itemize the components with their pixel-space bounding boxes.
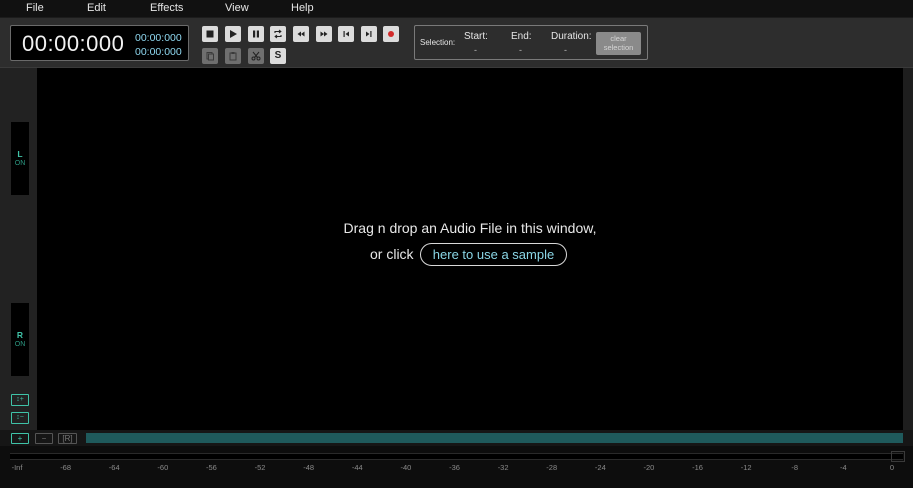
toolbar: 00:00:000 00:00:000 00:00:000 S Selectio…: [0, 18, 913, 68]
menu-view[interactable]: View: [225, 2, 249, 14]
skip-to-start-icon: [343, 31, 349, 37]
selection-start-value: -: [474, 45, 477, 55]
meter-tick-label: -52: [254, 463, 266, 472]
channel-left-toggle[interactable]: L ON: [11, 122, 29, 195]
selection-end-label: End:: [511, 31, 532, 42]
current-time: 00:00:000: [22, 31, 125, 56]
meter-tick-label: -68: [60, 463, 72, 472]
time-start: 00:00:000: [135, 32, 182, 44]
selection-panel: Selection: Start: - End: - Duration: - c…: [414, 25, 648, 60]
selection-duration-value: -: [564, 45, 567, 55]
meter-tick-label: -20: [643, 463, 655, 472]
or-click-text: or click: [370, 246, 414, 262]
channel-strip: L ON R ON ↕+ ↕−: [0, 68, 37, 430]
zoom-bar: + − [R]: [0, 430, 913, 446]
stop-button[interactable]: [202, 26, 218, 42]
meter-tick-label: -8: [791, 463, 799, 472]
menu-bar: File Edit Effects View Help: [0, 0, 913, 18]
right-strip: [903, 68, 913, 430]
meter-tick-label: -64: [108, 463, 120, 472]
channel-left-state: ON: [14, 160, 26, 167]
meter-end-cap: [891, 451, 905, 462]
meter-tick-label: -12: [740, 463, 752, 472]
drop-message: Drag n drop an Audio File in this window…: [343, 220, 597, 236]
meter-tick-label: -36: [449, 463, 460, 472]
use-sample-button[interactable]: here to use a sample: [420, 243, 567, 266]
menu-file[interactable]: File: [26, 2, 44, 14]
meter-tick-label: -44: [351, 463, 363, 472]
rewind-button[interactable]: [293, 26, 309, 42]
skip-to-end-icon: [366, 31, 372, 37]
channel-right-state: ON: [14, 341, 26, 348]
menu-edit[interactable]: Edit: [87, 2, 106, 14]
cut-button[interactable]: [248, 48, 264, 64]
waveform-drop-area[interactable]: Drag n drop an Audio File in this window…: [37, 68, 903, 430]
meter-tick-label: -60: [157, 463, 169, 472]
channel-right-toggle[interactable]: R ON: [11, 303, 29, 376]
copy-icon: [206, 52, 214, 61]
menu-help[interactable]: Help: [291, 2, 314, 14]
paste-icon: [229, 52, 237, 61]
level-meter: -Inf -68 -64 -60 -56 -52 -48 -44 -40 -36 -32 -28 -24…: [0, 446, 913, 488]
time-end: 00:00:000: [135, 46, 182, 58]
vertical-zoom-in-button[interactable]: ↕+: [11, 394, 29, 406]
rewind-icon: [297, 31, 305, 37]
selection-start-label: Start:: [464, 31, 488, 42]
copy-button[interactable]: [202, 48, 218, 64]
silence-icon: S: [274, 50, 282, 61]
loop-icon: [274, 29, 282, 39]
silence-button[interactable]: S: [270, 48, 286, 64]
skip-to-end-button[interactable]: [361, 26, 377, 42]
selection-label: Selection:: [420, 38, 456, 47]
stop-icon: [206, 30, 214, 38]
selection-end-value: -: [519, 45, 522, 55]
meter-tick-label: -40: [400, 463, 412, 472]
channel-left-name: L: [17, 149, 23, 159]
record-icon: [388, 31, 394, 37]
fast-forward-icon: [320, 31, 328, 37]
zoom-out-button[interactable]: −: [35, 433, 53, 444]
play-button[interactable]: [225, 26, 241, 42]
fast-forward-button[interactable]: [316, 26, 332, 42]
audio-editor-window: File Edit Effects View Help 00:00:000 00…: [0, 0, 913, 488]
meter-tick-label: -32: [497, 463, 509, 472]
play-icon: [230, 30, 237, 38]
zoom-reset-button[interactable]: [R]: [58, 433, 77, 444]
meter-tick-label: -24: [594, 463, 606, 472]
meter-tick-label: -16: [692, 463, 703, 472]
zoom-in-button[interactable]: +: [11, 433, 29, 444]
meter-tick-label: 0: [889, 463, 895, 472]
meter-tick-label: -4: [840, 463, 847, 472]
cut-icon: [251, 51, 261, 61]
pause-icon: [253, 30, 259, 38]
overview-scrollbar[interactable]: [86, 433, 903, 443]
record-button[interactable]: [383, 26, 399, 42]
meter-track: [10, 453, 903, 460]
time-display: 00:00:000 00:00:000 00:00:000: [10, 25, 189, 61]
menu-effects[interactable]: Effects: [150, 2, 183, 14]
meter-tick-label: -Inf: [11, 463, 23, 472]
channel-right-name: R: [16, 330, 24, 340]
pause-button[interactable]: [248, 26, 264, 42]
skip-to-start-button[interactable]: [338, 26, 354, 42]
meter-tick-label: -48: [303, 463, 315, 472]
meter-tick-label: -28: [546, 463, 558, 472]
vertical-zoom-out-button[interactable]: ↕−: [11, 412, 29, 424]
clear-selection-button[interactable]: clear selection: [596, 32, 641, 55]
paste-button[interactable]: [225, 48, 241, 64]
meter-tick-label: -56: [206, 463, 217, 472]
loop-button[interactable]: [270, 26, 286, 42]
selection-duration-label: Duration:: [551, 31, 592, 42]
